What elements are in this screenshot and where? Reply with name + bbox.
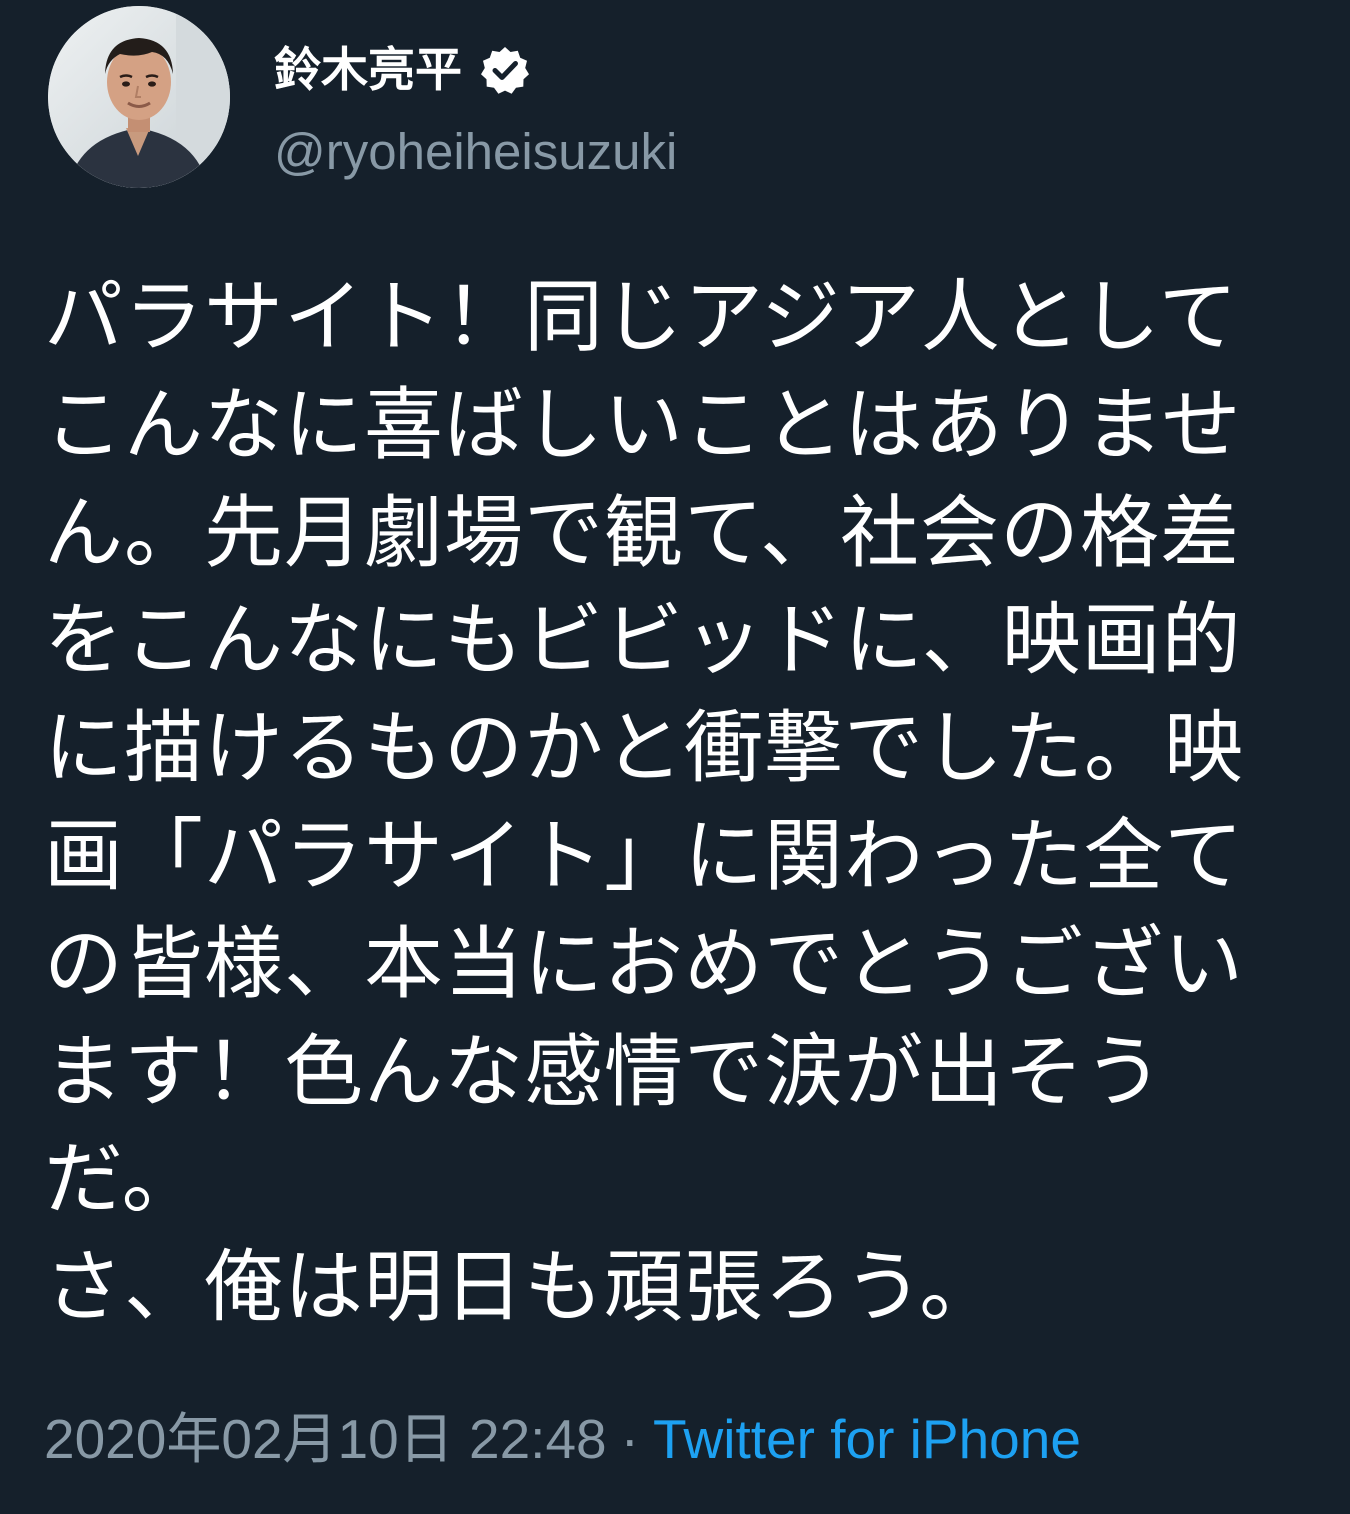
tweet-card: 鈴木亮平 @ryoheiheisuzuki パラサイト！同じアジア人として こん… <box>0 0 1350 1514</box>
display-name[interactable]: 鈴木亮平 <box>274 47 462 94</box>
tweet-text-line: に描けるものかと衝撃でした。映 <box>44 702 1244 795</box>
tweet-text-line: の皆様、本当におめでとうござい <box>44 917 1244 1010</box>
verified-badge-icon <box>480 45 530 95</box>
tweet-text-line: だ。 <box>44 1133 202 1226</box>
avatar-photo <box>48 6 230 188</box>
tweet-text-line: ん。先月劇場で観て、社会の格差 <box>44 486 1241 579</box>
tweet-source-link[interactable]: Twitter for iPhone <box>653 1411 1081 1467</box>
tweet-text-line: ます！色んな感情で涙が出そう <box>44 1025 1164 1118</box>
tweet-meta: 2020年02月10日 22:48 · Twitter for iPhone <box>44 1404 1081 1474</box>
meta-separator: · <box>620 1407 639 1470</box>
tweet-text-line: こんなに喜ばしいことはありませ <box>44 378 1242 471</box>
user-handle[interactable]: @ryoheiheisuzuki <box>274 126 677 177</box>
tweet-timestamp[interactable]: 2020年02月10日 22:48 <box>44 1411 607 1467</box>
name-row: 鈴木亮平 <box>274 34 530 106</box>
tweet-text-line: さ、俺は明日も頑張ろう。 <box>44 1241 1000 1334</box>
tweet-header: 鈴木亮平 @ryoheiheisuzuki <box>48 6 1298 196</box>
tweet-text-line: 画「パラサイト」に関わった全て <box>44 809 1244 902</box>
tweet-body: パラサイト！同じアジア人として こんなに喜ばしいことはありませ ん。先月劇場で観… <box>44 264 1324 1342</box>
tweet-text-line: パラサイト！同じアジア人として <box>44 271 1239 363</box>
tweet-text-line: をこんなにもビビッドに、映画的 <box>44 594 1242 687</box>
avatar[interactable] <box>48 6 230 188</box>
